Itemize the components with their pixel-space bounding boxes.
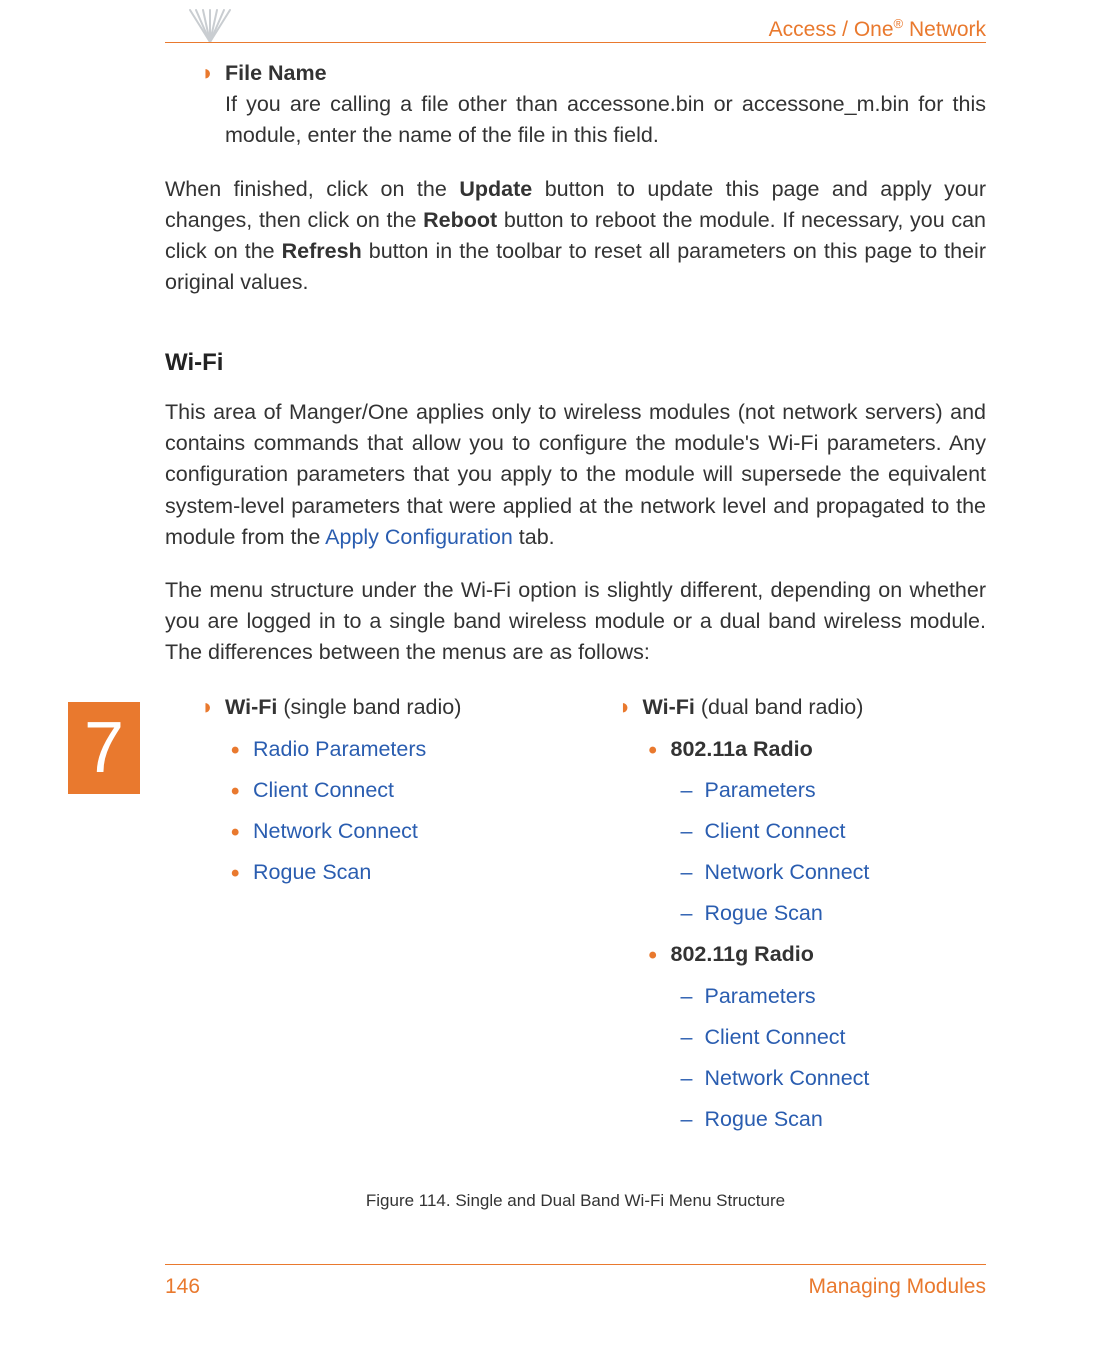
header-brand: Access / One® Network [769, 16, 986, 42]
text-frag: This area of Manger/One applies only to … [165, 400, 986, 549]
single-band-sublist: •Radio Parameters •Client Connect •Netwo… [231, 734, 569, 889]
dual-band-column: ◗Wi-Fi (dual band radio) •802.11a Radio … [619, 692, 987, 1145]
footer-rule [165, 1264, 986, 1265]
dash-bullet-icon: – [681, 1063, 705, 1094]
list-item: •802.11a Radio [649, 734, 987, 765]
single-band-column: ◗Wi-Fi (single band radio) •Radio Parame… [201, 692, 569, 1145]
update-paragraph: When finished, click on the Update butto… [165, 174, 986, 299]
wifi-dual-heading-rest: (dual band radio) [695, 695, 864, 719]
parameters-link[interactable]: Parameters [705, 778, 816, 802]
dash-bullet-icon: – [681, 898, 705, 929]
rogue-scan-link[interactable]: Rogue Scan [253, 860, 371, 884]
apply-configuration-link[interactable]: Apply Configuration [325, 525, 513, 549]
file-name-body: If you are calling a file other than acc… [225, 89, 986, 151]
wifi-dual-heading-bold: Wi-Fi [643, 695, 695, 719]
rogue-scan-link[interactable]: Rogue Scan [705, 1107, 823, 1131]
rogue-scan-link[interactable]: Rogue Scan [705, 901, 823, 925]
update-label: Update [459, 177, 532, 201]
radio-g-heading: 802.11g Radio [671, 942, 814, 966]
text-frag: tab. [513, 525, 555, 549]
list-item: ◗Wi-Fi (dual band radio) [619, 692, 987, 723]
list-item: –Network Connect [681, 1063, 987, 1094]
network-connect-link[interactable]: Network Connect [705, 860, 870, 884]
list-item: ◗Wi-Fi (single band radio) [201, 692, 569, 723]
dot-bullet-icon: • [649, 944, 671, 968]
header-rule [165, 42, 986, 43]
reboot-label: Reboot [423, 208, 497, 232]
wifi-single-heading-bold: Wi-Fi [225, 695, 277, 719]
chapter-tab: 7 [68, 702, 140, 794]
list-item: •Rogue Scan [231, 857, 569, 888]
list-item: •Radio Parameters [231, 734, 569, 765]
dash-bullet-icon: – [681, 1022, 705, 1053]
radio-a-heading: 802.11a Radio [671, 737, 813, 761]
page-number: 146 [165, 1275, 200, 1299]
refresh-label: Refresh [282, 239, 362, 263]
list-item: –Parameters [681, 775, 987, 806]
wifi-single-heading-rest: (single band radio) [277, 695, 461, 719]
wifi-section-title: Wi-Fi [165, 346, 986, 381]
dot-bullet-icon: • [231, 821, 253, 845]
footer-section-title: Managing Modules [809, 1275, 986, 1299]
dash-bullet-icon: – [681, 857, 705, 888]
list-item: •Network Connect [231, 816, 569, 847]
page-content: ◗File Name If you are calling a file oth… [165, 58, 986, 1214]
list-item: •Client Connect [231, 775, 569, 806]
dot-bullet-icon: • [649, 739, 671, 763]
dash-bullet-icon: – [681, 775, 705, 806]
radio-g-sublist: –Parameters –Client Connect –Network Con… [681, 981, 987, 1136]
list-item: –Client Connect [681, 816, 987, 847]
radio-parameters-link[interactable]: Radio Parameters [253, 737, 426, 761]
list-item: •802.11g Radio [649, 939, 987, 970]
brand-logo-icon [184, 6, 236, 44]
text-frag: When finished, click on the [165, 177, 459, 201]
dual-band-sublist: •802.11a Radio –Parameters –Client Conne… [649, 734, 987, 1136]
client-connect-link[interactable]: Client Connect [705, 1025, 846, 1049]
dash-bullet-icon: – [681, 816, 705, 847]
dash-bullet-icon: – [681, 981, 705, 1012]
d-bullet-icon: ◗ [201, 692, 225, 722]
d-bullet-icon: ◗ [619, 692, 643, 722]
network-connect-link[interactable]: Network Connect [253, 819, 418, 843]
file-name-item: ◗File Name [201, 58, 986, 89]
dash-bullet-icon: – [681, 1104, 705, 1135]
wifi-paragraph-1: This area of Manger/One applies only to … [165, 397, 986, 553]
list-item: –Parameters [681, 981, 987, 1012]
list-item: –Rogue Scan [681, 1104, 987, 1135]
menu-columns: ◗Wi-Fi (single band radio) •Radio Parame… [201, 692, 986, 1145]
parameters-link[interactable]: Parameters [705, 984, 816, 1008]
footer-row: 146 Managing Modules [165, 1275, 986, 1299]
client-connect-link[interactable]: Client Connect [705, 819, 846, 843]
d-bullet-icon: ◗ [201, 58, 225, 88]
dot-bullet-icon: • [231, 739, 253, 763]
dot-bullet-icon: • [231, 780, 253, 804]
page-footer: 146 Managing Modules [165, 1264, 986, 1299]
radio-a-sublist: –Parameters –Client Connect –Network Con… [681, 775, 987, 930]
client-connect-link[interactable]: Client Connect [253, 778, 394, 802]
list-item: –Network Connect [681, 857, 987, 888]
registered-symbol: ® [894, 16, 904, 31]
brand-prefix: Access / One [769, 18, 894, 41]
list-item: –Client Connect [681, 1022, 987, 1053]
file-name-heading: File Name [225, 61, 327, 85]
dot-bullet-icon: • [231, 862, 253, 886]
network-connect-link[interactable]: Network Connect [705, 1066, 870, 1090]
wifi-paragraph-2: The menu structure under the Wi-Fi optio… [165, 575, 986, 669]
figure-caption: Figure 114. Single and Dual Band Wi-Fi M… [165, 1189, 986, 1214]
brand-suffix: Network [903, 18, 986, 41]
list-item: –Rogue Scan [681, 898, 987, 929]
